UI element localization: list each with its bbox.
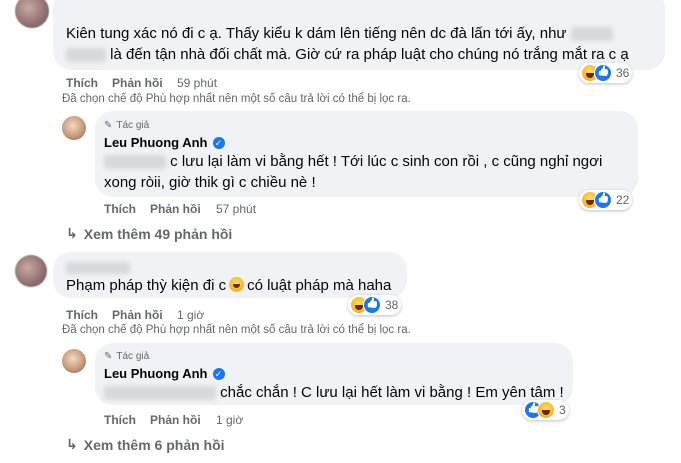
reply-button[interactable]: Phản hồi [150,413,201,427]
reply-button[interactable]: Phản hồi [112,308,163,322]
reply-button[interactable]: Phản hồi [112,76,163,90]
author-tag: ✎ Tác giả [104,120,150,131]
author-name[interactable]: Leu Phuong Anh ✓ [104,135,225,150]
reply-text-line-1: c lưu lại làm vi bằng hết ! Tới lúc c si… [104,152,602,172]
verified-badge-icon: ✓ [212,367,225,380]
comment-text-line-2: là đến tận nhà đối chất mà. Giờ cứ ra ph… [66,45,629,65]
filter-notice: Đã chọn chế độ Phù hợp nhất nên một số c… [62,93,411,105]
like-button[interactable]: Thích [104,413,136,427]
haha-reaction-icon [537,401,555,419]
view-more-replies-link[interactable]: ↳ Xem thêm 49 phản hồi [66,225,232,242]
reply-timestamp[interactable]: 1 giờ [216,413,243,427]
reply-button[interactable]: Phản hồi [150,202,201,216]
reaction-summary[interactable]: 3 [522,400,569,420]
commenter-avatar[interactable] [15,0,49,28]
comment-text: Phạm pháp thỳ kiện đi c có luật pháp mà h… [66,277,392,294]
reaction-count: 22 [616,193,630,207]
reaction-count: 38 [385,298,399,312]
like-reaction-icon [363,296,381,314]
reply-text-line-2: xong ròii, giờ thik gì c chiều nè ! [104,174,316,191]
reply-arrow-icon: ↳ [66,225,78,241]
reaction-count: 36 [616,66,630,80]
pencil-icon: ✎ [104,120,113,131]
reaction-count: 3 [559,403,566,417]
like-button[interactable]: Thích [66,76,98,90]
comment-timestamp[interactable]: 59 phút [177,76,217,90]
reaction-summary[interactable]: 22 [579,190,633,210]
commenter-name-blurred[interactable] [66,259,130,277]
like-button[interactable]: Thích [66,308,98,322]
author-name[interactable]: Leu Phuong Anh ✓ [104,366,225,381]
like-button[interactable]: Thích [104,202,136,216]
filter-notice: Đã chọn chế độ Phù hợp nhất nên một số c… [62,324,411,336]
commenter-avatar[interactable] [15,255,47,287]
like-reaction-icon [594,64,612,82]
author-avatar[interactable] [62,116,86,140]
comment-text-line-1: Kiên tung xác nó đi c ạ. Thấy kiểu k dám… [66,24,613,44]
pencil-icon: ✎ [104,351,113,362]
reaction-summary[interactable]: 38 [348,295,402,315]
view-more-replies-link[interactable]: ↳ Xem thêm 6 phản hồi [66,436,225,453]
comment-timestamp[interactable]: 1 giờ [177,308,204,322]
verified-badge-icon: ✓ [212,136,225,149]
like-reaction-icon [594,191,612,209]
reply-arrow-icon: ↳ [66,436,78,452]
laughing-emoji-icon [229,277,245,292]
author-avatar[interactable] [62,349,86,373]
author-tag: ✎ Tác giả [104,351,150,362]
reply-timestamp[interactable]: 57 phút [216,202,256,216]
reply-text: chắc chắn ! C lưu lại hết làm vi bằng ! … [104,383,564,403]
reaction-summary[interactable]: 36 [579,63,633,83]
